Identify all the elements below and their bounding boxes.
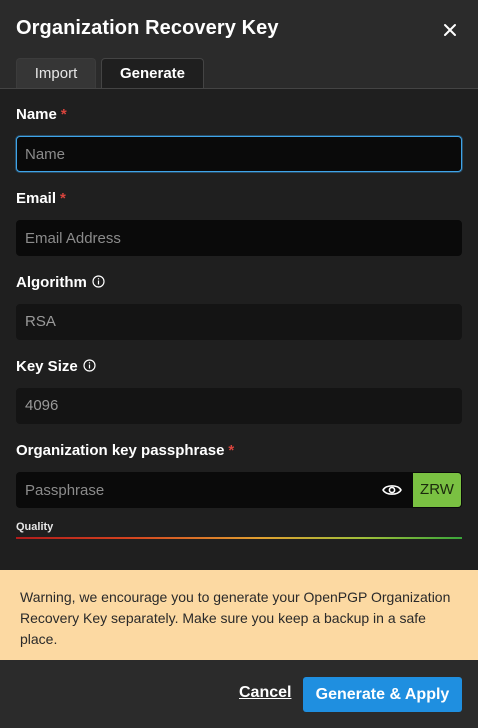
show-passphrase-button[interactable] <box>381 481 403 499</box>
key-size-label: Key Size <box>16 358 96 375</box>
passphrase-input[interactable] <box>17 473 347 507</box>
name-field-wrapper <box>16 136 462 172</box>
email-field-wrapper <box>16 220 462 256</box>
eye-icon <box>382 485 402 495</box>
quality-label: Quality <box>16 521 54 533</box>
recovery-key-dialog: Organization Recovery Key Import Generat… <box>0 0 478 728</box>
key-size-value: 4096 <box>25 397 59 414</box>
key-size-label-text: Key Size <box>16 358 78 375</box>
quality-meter <box>16 537 462 539</box>
required-marker: * <box>228 442 235 459</box>
close-icon <box>444 24 456 36</box>
close-button[interactable] <box>438 18 462 42</box>
key-size-field: 4096 <box>16 388 462 424</box>
email-label-text: Email <box>16 190 57 207</box>
generate-form: Name* Email* Algorithm RSA Key Size 4096… <box>0 88 478 570</box>
name-label: Name * <box>16 106 67 123</box>
algorithm-value: RSA <box>25 313 56 330</box>
email-input[interactable] <box>17 221 461 255</box>
passphrase-label-text: Organization key passphrase <box>16 442 225 459</box>
warning-text: Warning, we encourage you to generate yo… <box>20 589 451 647</box>
name-label-text: Name <box>16 106 57 123</box>
required-marker: * <box>60 106 67 123</box>
passphrase-strength-badge: ZRW <box>413 473 461 507</box>
cancel-button[interactable]: Cancel <box>239 684 291 702</box>
dialog-title: Organization Recovery Key <box>16 17 279 39</box>
required-marker: * <box>60 190 66 207</box>
passphrase-label: Organization key passphrase * <box>16 442 234 459</box>
dialog-footer: Cancel Generate & Apply <box>0 660 478 728</box>
tab-generate[interactable]: Generate <box>101 58 204 88</box>
generate-apply-button[interactable]: Generate & Apply <box>303 677 462 712</box>
algorithm-label-text: Algorithm <box>16 274 87 291</box>
algorithm-label: Algorithm <box>16 274 105 291</box>
tab-import[interactable]: Import <box>16 58 96 88</box>
dialog-header: Organization Recovery Key <box>0 0 478 58</box>
email-label: Email * <box>16 190 66 207</box>
warning-banner: Warning, we encourage you to generate yo… <box>0 570 478 660</box>
passphrase-field-wrapper: ZRW <box>16 472 462 508</box>
name-input[interactable] <box>17 137 461 171</box>
info-icon[interactable] <box>83 359 96 372</box>
tab-bar: Import Generate <box>0 58 478 88</box>
info-icon[interactable] <box>92 275 105 288</box>
algorithm-field: RSA <box>16 304 462 340</box>
